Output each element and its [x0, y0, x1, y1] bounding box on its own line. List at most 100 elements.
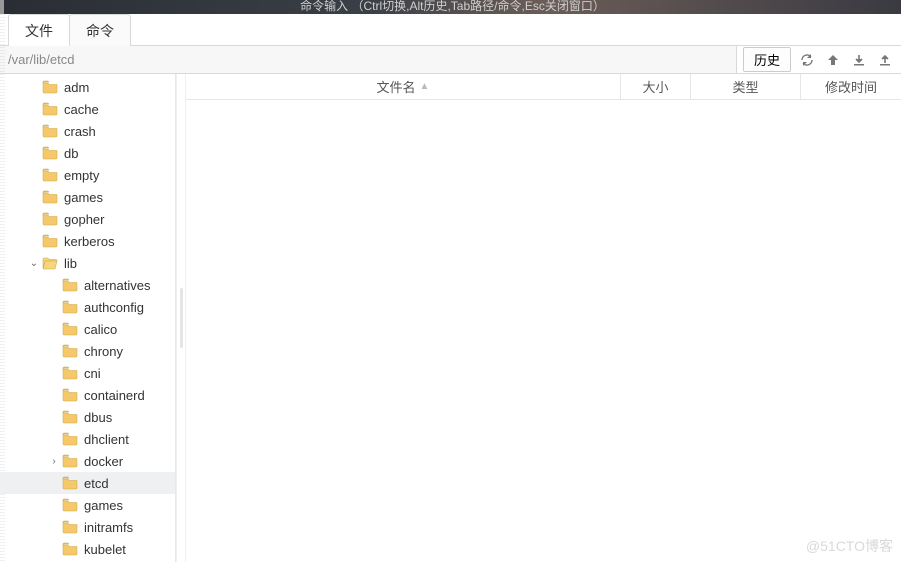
folder-icon — [42, 212, 58, 226]
tree-item-label: kubelet — [84, 542, 126, 557]
tree-item-label: calico — [84, 322, 117, 337]
folder-icon — [62, 542, 78, 556]
tree-item-adm[interactable]: ›adm — [0, 76, 175, 98]
tree-item-label: alternatives — [84, 278, 150, 293]
folder-open-icon — [42, 256, 58, 270]
tree-item-games[interactable]: ›games — [0, 186, 175, 208]
sort-asc-icon: ▲ — [420, 81, 430, 92]
tab-bar: 文件 命令 — [0, 14, 901, 46]
list-header: 文件名 ▲ 大小 类型 修改时间 — [186, 74, 901, 100]
folder-icon — [42, 80, 58, 94]
terminal-hint-bar: 命令输入 （Ctrl切换,Alt历史,Tab路径/命令,Esc关闭窗口） — [0, 0, 901, 14]
file-list-panel: 文件名 ▲ 大小 类型 修改时间 — [186, 74, 901, 562]
tree-item-docker[interactable]: › docker — [0, 450, 175, 472]
folder-icon — [62, 278, 78, 292]
tree-item-chrony[interactable]: ›chrony — [0, 340, 175, 362]
upload-icon[interactable] — [875, 50, 895, 70]
splitter-grip-icon — [180, 288, 183, 348]
terminal-hint-text: 命令输入 （Ctrl切换,Alt历史,Tab路径/命令,Esc关闭窗口） — [300, 0, 605, 14]
refresh-icon[interactable] — [797, 50, 817, 70]
tree-item-label: games — [84, 498, 123, 513]
column-label: 文件名 — [377, 77, 416, 96]
tree-item-label: dhclient — [84, 432, 129, 447]
download-icon[interactable] — [849, 50, 869, 70]
column-label: 类型 — [732, 77, 758, 96]
folder-icon — [62, 498, 78, 512]
tree-item-label: etcd — [84, 476, 109, 491]
splitter[interactable] — [176, 74, 186, 562]
column-label: 修改时间 — [825, 77, 877, 96]
folder-icon — [62, 388, 78, 402]
tab-commands[interactable]: 命令 — [69, 14, 131, 46]
tree-item-label: authconfig — [84, 300, 144, 315]
up-dir-icon[interactable] — [823, 50, 843, 70]
column-header-name[interactable]: 文件名 ▲ — [186, 74, 621, 99]
tree-item-dhclient[interactable]: ›dhclient — [0, 428, 175, 450]
tree-item-dbus[interactable]: ›dbus — [0, 406, 175, 428]
tree-item-games[interactable]: ›games — [0, 494, 175, 516]
tree-item-gopher[interactable]: ›gopher — [0, 208, 175, 230]
tree-item-label: cache — [64, 102, 99, 117]
folder-icon — [42, 146, 58, 160]
folder-icon — [42, 234, 58, 248]
tree-item-containerd[interactable]: ›containerd — [0, 384, 175, 406]
folder-icon — [62, 300, 78, 314]
tree-item-label: lib — [64, 256, 77, 271]
tree-item-label: cni — [84, 366, 101, 381]
tree-item-calico[interactable]: ›calico — [0, 318, 175, 340]
folder-icon — [62, 432, 78, 446]
tree-item-empty[interactable]: ›empty — [0, 164, 175, 186]
folder-icon — [62, 366, 78, 380]
main-area: ›adm›cache›crash›db›empty›games›gopher›k… — [0, 74, 901, 562]
folder-icon — [62, 410, 78, 424]
tree-item-label: chrony — [84, 344, 123, 359]
tree-item-etcd[interactable]: ›etcd — [0, 472, 175, 494]
folder-icon — [42, 102, 58, 116]
history-button-label: 历史 — [754, 53, 780, 68]
folder-tree[interactable]: ›adm›cache›crash›db›empty›games›gopher›k… — [0, 74, 176, 562]
folder-icon — [42, 168, 58, 182]
folder-icon — [62, 344, 78, 358]
tree-item-kubelet[interactable]: ›kubelet — [0, 538, 175, 560]
column-header-size[interactable]: 大小 — [621, 74, 691, 99]
tree-item-label: docker — [84, 454, 123, 469]
tree-item-label: kerberos — [64, 234, 115, 249]
chevron-right-icon[interactable]: › — [48, 455, 60, 467]
folder-icon — [62, 454, 78, 468]
tree-item-db[interactable]: ›db — [0, 142, 175, 164]
tree-item-label: dbus — [84, 410, 112, 425]
tree-item-lib[interactable]: ⌄ lib — [0, 252, 175, 274]
tree-item-label: crash — [64, 124, 96, 139]
folder-icon — [42, 190, 58, 204]
tree-item-label: containerd — [84, 388, 145, 403]
folder-icon — [62, 322, 78, 336]
tree-item-label: db — [64, 146, 78, 161]
tree-item-crash[interactable]: ›crash — [0, 120, 175, 142]
tree-item-label: games — [64, 190, 103, 205]
column-header-type[interactable]: 类型 — [691, 74, 801, 99]
tree-item-label: initramfs — [84, 520, 133, 535]
tree-item-cni[interactable]: ›cni — [0, 362, 175, 384]
tree-item-cache[interactable]: ›cache — [0, 98, 175, 120]
tab-label: 文件 — [25, 23, 53, 39]
path-tools: 历史 — [736, 46, 901, 73]
path-input[interactable] — [0, 46, 736, 73]
chevron-down-icon[interactable]: ⌄ — [28, 257, 40, 269]
tree-item-label: adm — [64, 80, 89, 95]
folder-icon — [62, 520, 78, 534]
folder-icon — [62, 476, 78, 490]
column-label: 大小 — [642, 77, 668, 96]
file-list-body[interactable] — [186, 100, 901, 562]
path-toolbar: 历史 — [0, 46, 901, 74]
tree-item-initramfs[interactable]: ›initramfs — [0, 516, 175, 538]
tab-files[interactable]: 文件 — [8, 14, 70, 46]
tree-item-kerberos[interactable]: ›kerberos — [0, 230, 175, 252]
tree-item-authconfig[interactable]: ›authconfig — [0, 296, 175, 318]
tree-item-label: empty — [64, 168, 99, 183]
tab-label: 命令 — [86, 23, 114, 39]
folder-icon — [42, 124, 58, 138]
tree-item-alternatives[interactable]: ›alternatives — [0, 274, 175, 296]
history-button[interactable]: 历史 — [743, 47, 791, 72]
tree-item-label: gopher — [64, 212, 104, 227]
column-header-mtime[interactable]: 修改时间 — [801, 74, 901, 99]
